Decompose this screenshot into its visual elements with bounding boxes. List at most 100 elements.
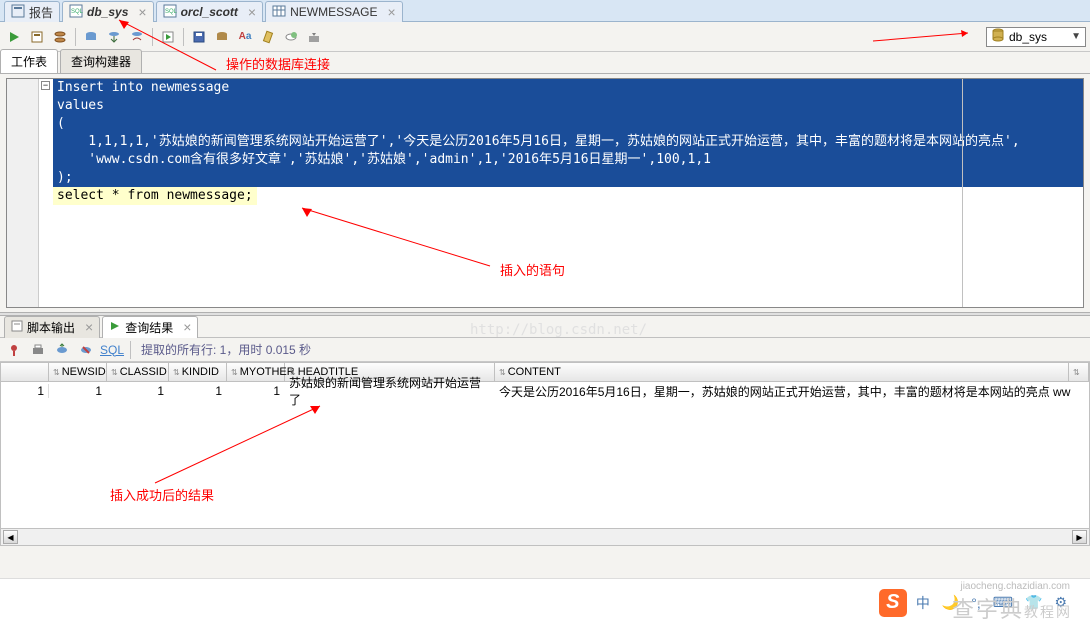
scroll-right-icon[interactable]: ▶: [1072, 530, 1087, 544]
sort-icon: ⇅: [499, 368, 506, 377]
tab-query-result[interactable]: 查询结果 ×: [102, 316, 198, 338]
print-result-button[interactable]: [28, 340, 48, 360]
cell-content: 今天是公历2016年5月16日，星期一，苏姑娘的网站正式开始运营，其中，丰富的题…: [495, 383, 1089, 400]
separator: [183, 28, 184, 46]
cell-classid: 1: [107, 384, 169, 398]
cell-newsid: 1: [49, 384, 107, 398]
run-script-button[interactable]: [27, 27, 47, 47]
sql-line: 1,1,1,1,'苏姑娘的新闻管理系统网站开始运营了','今天是公历2016年5…: [53, 133, 1083, 151]
svg-text:SQL: SQL: [165, 9, 177, 15]
report-icon: [11, 4, 25, 21]
close-icon[interactable]: ×: [248, 5, 256, 19]
commit-button[interactable]: [104, 27, 124, 47]
close-icon[interactable]: ×: [183, 320, 191, 334]
refresh-button[interactable]: [52, 340, 72, 360]
history-button[interactable]: [281, 27, 301, 47]
sql-line: Insert into newmessage: [53, 79, 1083, 97]
sort-icon: ⇅: [1073, 368, 1080, 377]
grid-header-row: ⇅NEWSID ⇅CLASSID ⇅KINDID ⇅MYOTHER ⇅HEADT…: [1, 363, 1089, 382]
database-icon: [991, 28, 1005, 45]
tab-query-builder[interactable]: 查询构建器: [60, 49, 142, 73]
sort-icon: ⇅: [231, 368, 238, 377]
close-icon[interactable]: ×: [138, 5, 146, 19]
sort-icon: ⇅: [111, 368, 118, 377]
col-content[interactable]: ⇅CONTENT: [495, 363, 1069, 381]
result-toolbar: SQL 提取的所有行: 1，用时 0.015 秒: [0, 338, 1090, 362]
cell-kindid: 1: [169, 384, 227, 398]
horizontal-scrollbar[interactable]: ◀ ▶: [1, 528, 1089, 545]
cell-rownum: 1: [1, 384, 49, 398]
explain-button[interactable]: [50, 27, 70, 47]
sql-line: (: [53, 115, 1083, 133]
tab-label: NEWMESSAGE: [290, 5, 377, 19]
bottom-bar: S 中 🌙 °, ⌨ 👕 ⚙: [0, 578, 1090, 626]
script-icon: [11, 320, 23, 335]
run-button[interactable]: [4, 27, 24, 47]
col-myother[interactable]: ⇅MYOTHER: [227, 363, 285, 381]
separator: [75, 28, 76, 46]
table-row[interactable]: 1 1 1 1 1 苏姑娘的新闻管理系统网站开始运营了 今天是公历2016年5月…: [1, 382, 1089, 400]
col-rownum[interactable]: [1, 363, 49, 381]
col-kindid[interactable]: ⇅KINDID: [169, 363, 227, 381]
chevron-down-icon: ▼: [1071, 31, 1081, 42]
watermark-text: http://blog.csdn.net/: [470, 322, 647, 338]
brand-url: jiaocheng.chazidian.com: [960, 581, 1070, 592]
worksheet-tab-bar: 工作表 查询构建器 操作的数据库连接: [0, 52, 1090, 74]
sql-link[interactable]: SQL: [100, 343, 124, 357]
rollback-button[interactable]: [127, 27, 147, 47]
tab-script-output[interactable]: 脚本输出 ×: [4, 316, 100, 338]
annotation-conn: 操作的数据库连接: [226, 54, 330, 73]
col-more[interactable]: ⇅: [1069, 363, 1089, 381]
sql-line: 'www.csdn.com含有很多好文章','苏姑娘','苏姑娘','admin…: [53, 151, 1083, 169]
tab-db-sys[interactable]: SQL db_sys ×: [62, 1, 154, 22]
tab-label: 脚本输出: [27, 319, 75, 336]
print-margin: [962, 79, 963, 307]
main-toolbar: Aa db_sys ▼: [0, 22, 1090, 52]
find-button[interactable]: Aa: [235, 27, 255, 47]
unshared-button[interactable]: [158, 27, 178, 47]
close-icon[interactable]: ×: [387, 5, 395, 19]
sogou-logo-icon: S: [879, 589, 907, 617]
tab-label: orcl_scott: [181, 5, 238, 19]
separator: [130, 341, 131, 359]
col-newsid[interactable]: ⇅NEWSID: [49, 363, 107, 381]
connection-label: db_sys: [1009, 30, 1067, 44]
sql-line: values: [53, 97, 1083, 115]
brand-watermark: 查字典教程网: [952, 592, 1072, 624]
print-button[interactable]: [212, 27, 232, 47]
scroll-left-icon[interactable]: ◀: [3, 530, 18, 544]
save-button[interactable]: [189, 27, 209, 47]
sort-icon: ⇅: [53, 368, 60, 377]
tab-orcl-scott[interactable]: SQL orcl_scott ×: [156, 1, 264, 22]
table-icon: [272, 4, 286, 21]
format-button[interactable]: [304, 27, 324, 47]
sql-current-line: select * from newmessage;: [53, 187, 257, 205]
result-grid[interactable]: ⇅NEWSID ⇅CLASSID ⇅KINDID ⇅MYOTHER ⇅HEADT…: [0, 362, 1090, 546]
document-tab-bar: 报告 SQL db_sys × SQL orcl_scott × NEWMESS…: [0, 0, 1090, 22]
cell-myother: 1: [227, 384, 285, 398]
svg-text:SQL: SQL: [71, 9, 83, 15]
run-icon: [109, 320, 121, 335]
connection-selector[interactable]: db_sys ▼: [986, 27, 1086, 47]
stop-button[interactable]: [76, 340, 96, 360]
sql-icon: SQL: [163, 4, 177, 21]
annotation-result: 插入成功后的结果: [110, 485, 214, 504]
autotrace-button[interactable]: [81, 27, 101, 47]
tab-newmessage[interactable]: NEWMESSAGE ×: [265, 1, 403, 22]
separator: [152, 28, 153, 46]
sql-line: );: [53, 169, 1083, 187]
sql-icon: SQL: [69, 4, 83, 21]
cell-headtitle: 苏姑娘的新闻管理系统网站开始运营了: [285, 374, 495, 408]
tab-label: 报告: [29, 4, 53, 21]
arrow-to-connection: [863, 27, 983, 47]
editor-gutter: [7, 79, 39, 307]
close-icon[interactable]: ×: [85, 320, 93, 334]
col-classid[interactable]: ⇅CLASSID: [107, 363, 169, 381]
pin-button[interactable]: [4, 340, 24, 360]
clear-button[interactable]: [258, 27, 278, 47]
tab-report[interactable]: 报告: [4, 1, 60, 22]
ime-icon[interactable]: 中: [913, 593, 933, 613]
tab-label: 查询结果: [125, 319, 173, 336]
tab-label: db_sys: [87, 5, 128, 19]
tab-worksheet[interactable]: 工作表: [0, 49, 58, 73]
